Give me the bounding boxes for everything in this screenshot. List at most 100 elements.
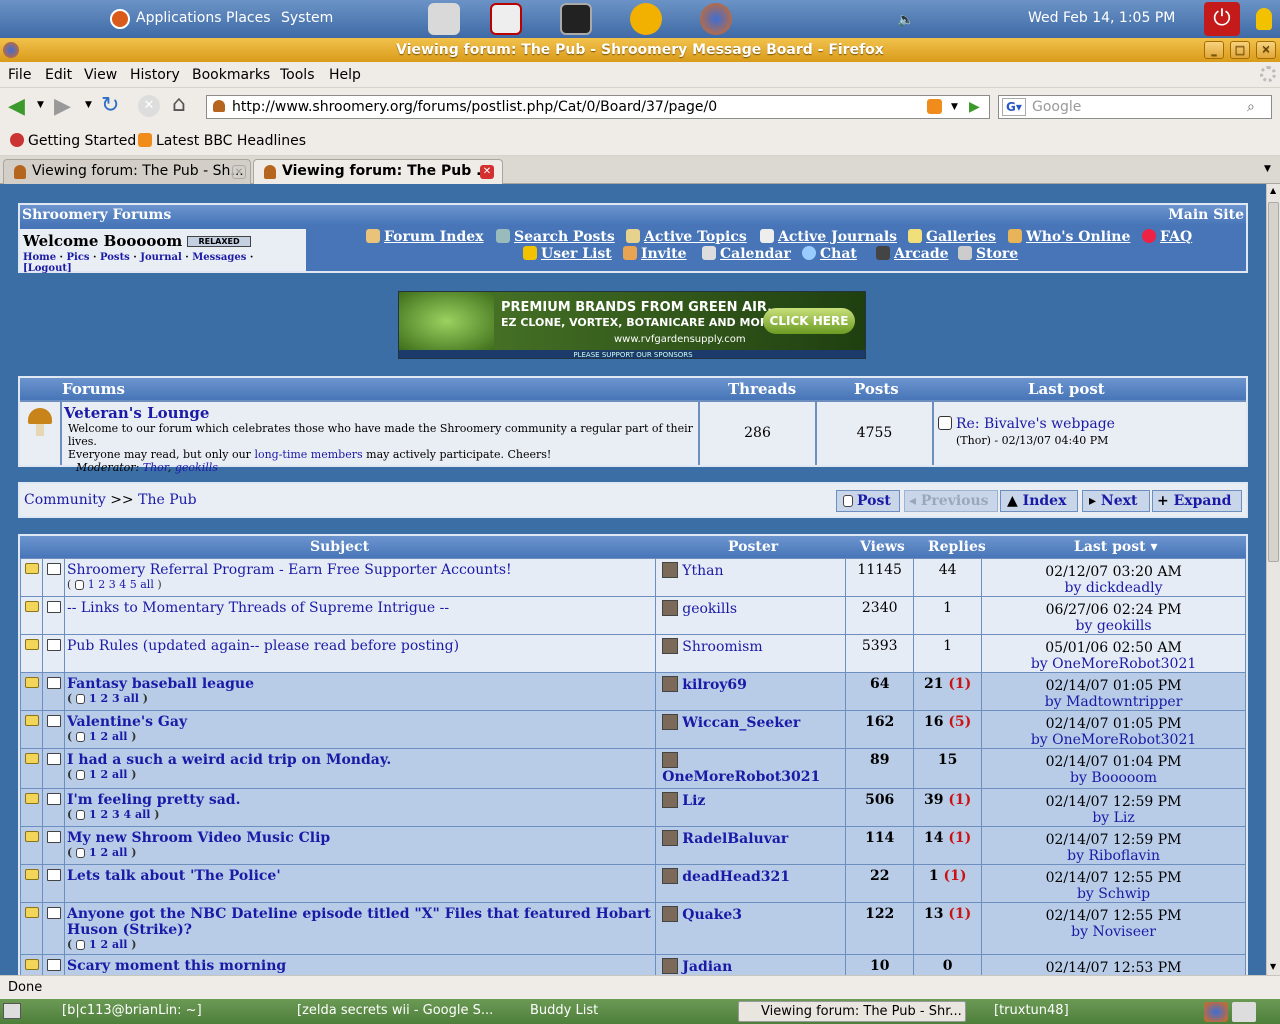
poster-link[interactable]: OneMoreRobot3021 <box>662 769 820 785</box>
last-post-author-link[interactable]: by Riboflavin <box>1067 848 1160 864</box>
menu-tools[interactable]: Tools <box>280 67 315 83</box>
system-menu[interactable]: System <box>281 10 333 26</box>
replies-col-header[interactable]: Replies <box>928 536 986 558</box>
tab-1[interactable]: Viewing forum: The Pub - Sh... ✕ <box>3 159 251 184</box>
ad-click-here-button[interactable]: CLICK HERE <box>763 308 855 334</box>
moderator-thor-link[interactable]: Thor <box>143 461 168 474</box>
logout-link[interactable]: [Logout] <box>23 263 72 274</box>
poster-link[interactable]: RadelBaluvar <box>682 831 788 847</box>
last-post-author-link[interactable]: by OneMoreRobot3021 <box>1031 656 1196 672</box>
rss-feed-icon[interactable] <box>927 99 942 114</box>
task-terminal[interactable]: [b|c113@brianLin: ~] <box>40 1001 270 1022</box>
thread-subject-link[interactable]: Scary moment this morning <box>67 958 286 974</box>
menu-bookmarks[interactable]: Bookmarks <box>192 67 270 83</box>
clock-launcher-icon[interactable] <box>428 3 460 35</box>
user-messages-link[interactable]: Messages <box>192 252 246 263</box>
user-switcher-icon[interactable] <box>1256 8 1272 30</box>
veterans-lounge-link[interactable]: Veteran's Lounge <box>64 404 209 422</box>
firefox-launcher-icon[interactable] <box>700 3 732 35</box>
applications-menu[interactable]: Applications <box>136 10 222 26</box>
search-engine-icon[interactable]: G▾ <box>1002 98 1026 116</box>
thread-subject-link[interactable]: I'm feeling pretty sad. <box>67 792 240 808</box>
task-firefox-active[interactable]: Viewing forum: The Pub - Shr... <box>738 1001 966 1022</box>
volume-icon[interactable]: 🔈 <box>897 12 914 28</box>
post-button[interactable]: Post <box>836 490 900 512</box>
poster-link[interactable]: Shroomism <box>682 639 762 655</box>
media-launcher-icon[interactable] <box>490 3 522 35</box>
mood-badge[interactable]: RELAXED <box>187 236 251 247</box>
user-posts-link[interactable]: Posts <box>100 252 130 263</box>
tab-2-active[interactable]: Viewing forum: The Pub ... ✕ <box>253 159 503 184</box>
thread-subject-link[interactable]: Fantasy baseball league <box>67 676 254 692</box>
search-icon[interactable]: ⌕ <box>1247 96 1255 118</box>
the-pub-link[interactable]: The Pub <box>138 492 197 508</box>
store-link[interactable]: Store <box>958 246 1018 262</box>
last-post-author-link[interactable]: by dickdeadly <box>1065 580 1163 596</box>
forum-index-link[interactable]: Forum Index <box>366 229 484 245</box>
clock[interactable]: Wed Feb 14, 1:05 PM <box>1028 10 1175 26</box>
last-post-author-link[interactable]: by OneMoreRobot3021 <box>1031 732 1196 748</box>
last-post-link[interactable]: Re: Bivalve's webpage <box>956 416 1115 432</box>
community-link[interactable]: Community <box>24 492 106 508</box>
menu-edit[interactable]: Edit <box>45 67 72 83</box>
last-post-author-link[interactable]: by geokills <box>1076 618 1152 634</box>
poster-link[interactable]: geokills <box>682 601 737 617</box>
forward-button[interactable]: ▶ <box>54 94 71 119</box>
calendar-link[interactable]: Calendar <box>702 246 791 262</box>
gnome-foot-icon[interactable] <box>110 9 130 29</box>
invite-link[interactable]: Invite <box>623 246 687 262</box>
views-col-header[interactable]: Views <box>860 536 905 558</box>
user-home-link[interactable]: Home <box>23 252 56 263</box>
url-bar[interactable]: http://www.shroomery.org/forums/postlist… <box>206 95 990 119</box>
expand-button[interactable]: + Expand <box>1152 490 1242 512</box>
poster-col-header[interactable]: Poster <box>728 536 778 558</box>
task-truxtun[interactable]: [truxtun48] <box>972 1001 1200 1022</box>
active-journals-link[interactable]: Active Journals <box>760 229 897 245</box>
page-links[interactable]: 1 2 all <box>89 938 127 951</box>
poster-link[interactable]: Quake3 <box>682 907 742 923</box>
user-journal-link[interactable]: Journal <box>140 252 182 263</box>
tab-close-icon[interactable]: ✕ <box>232 165 246 179</box>
page-links[interactable]: 1 2 3 4 all <box>89 808 150 821</box>
page-links[interactable]: 1 2 all <box>89 730 127 743</box>
terminal-launcher-icon[interactable] <box>560 3 592 35</box>
maximize-button[interactable]: □ <box>1230 41 1250 59</box>
back-button[interactable]: ◀ <box>8 94 25 119</box>
user-list-link[interactable]: User List <box>523 246 612 262</box>
last-post-author-link[interactable]: by Booooom <box>1070 770 1157 786</box>
back-history-dropdown[interactable]: ▼ <box>37 100 44 110</box>
task-buddy-list[interactable]: Buddy List <box>508 1001 736 1022</box>
thread-subject-link[interactable]: Valentine's Gay <box>67 714 187 730</box>
scroll-thumb[interactable] <box>1268 202 1279 562</box>
window-titlebar[interactable]: Viewing forum: The Pub - Shroomery Messa… <box>0 38 1280 62</box>
last-post-author-link[interactable]: by Madtowntripper <box>1045 694 1183 710</box>
main-site-link[interactable]: Main Site <box>1168 205 1244 225</box>
menu-file[interactable]: File <box>8 67 31 83</box>
go-button[interactable]: ▶ <box>969 96 980 118</box>
tab-list-dropdown[interactable]: ▼ <box>1264 164 1271 174</box>
thread-subject-link[interactable]: I had a such a weird acid trip on Monday… <box>67 752 391 768</box>
menu-history[interactable]: History <box>130 67 180 83</box>
search-input[interactable]: G▾ Google ⌕ <box>998 95 1272 119</box>
taskbar-firefox-icon[interactable] <box>1204 1002 1228 1022</box>
search-posts-link[interactable]: Search Posts <box>496 229 615 245</box>
lastpost-col-header-sort[interactable]: Last post ▾ <box>1074 536 1158 558</box>
page-links[interactable]: 1 2 3 all <box>89 692 139 705</box>
places-menu[interactable]: Places <box>226 10 271 26</box>
last-post-author-link[interactable]: by Liz <box>1092 810 1134 826</box>
galleries-link[interactable]: Galleries <box>908 229 996 245</box>
menu-view[interactable]: View <box>84 67 117 83</box>
close-window-button[interactable]: ✕ <box>1256 41 1276 59</box>
tab-close-icon[interactable]: ✕ <box>480 165 494 179</box>
last-post-author-link[interactable]: by Schwip <box>1077 886 1150 902</box>
poster-link[interactable]: kilroy69 <box>682 677 747 693</box>
scroll-up-arrow[interactable]: ▲ <box>1270 186 1276 195</box>
thread-subject-link[interactable]: Pub Rules (updated again-- please read b… <box>67 638 459 654</box>
bookmark-getting-started[interactable]: Getting Started <box>10 133 136 149</box>
faq-link[interactable]: FAQ <box>1142 229 1192 245</box>
long-time-members-link[interactable]: long-time members <box>254 448 362 461</box>
page-links[interactable]: 1 2 all <box>89 846 127 859</box>
poster-link[interactable]: Ythan <box>682 563 723 579</box>
minimize-button[interactable]: _ <box>1204 41 1224 59</box>
thread-subject-link[interactable]: Anyone got the NBC Dateline episode titl… <box>67 906 651 938</box>
